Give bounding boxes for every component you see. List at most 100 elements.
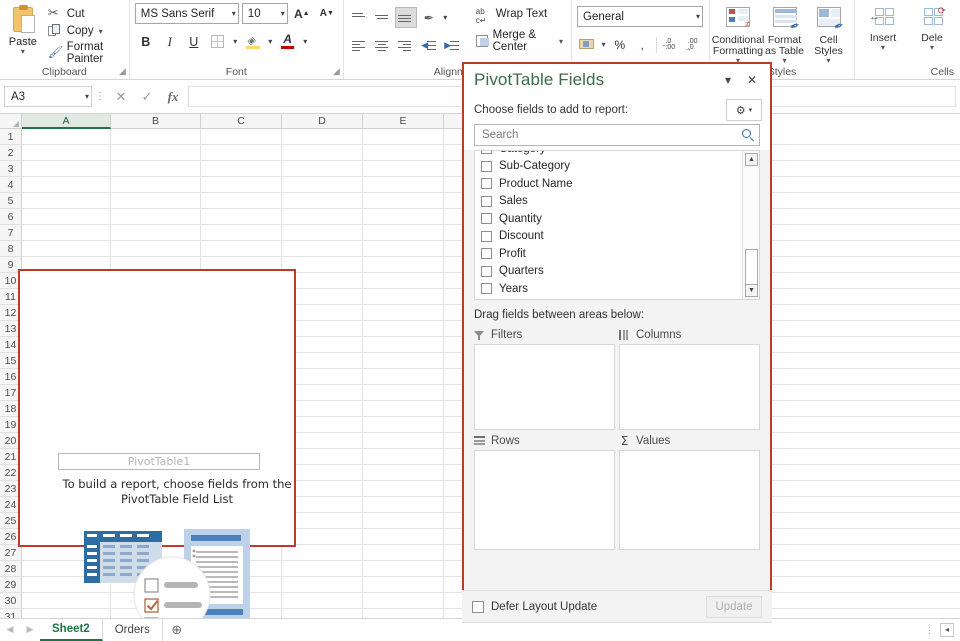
horizontal-scroll-left-button[interactable]: ◂: [940, 623, 954, 637]
field-row-category[interactable]: Category: [475, 150, 742, 158]
chevron-down-icon[interactable]: ▾: [881, 44, 885, 51]
field-checkbox[interactable]: [481, 178, 492, 189]
number-format-combo[interactable]: General ▾: [577, 6, 703, 27]
accounting-format-button[interactable]: [577, 34, 597, 55]
chevron-down-icon[interactable]: ▾: [826, 57, 830, 64]
field-checkbox[interactable]: [481, 196, 492, 207]
column-header-d[interactable]: D: [282, 114, 363, 129]
percent-style-button[interactable]: %: [610, 34, 630, 55]
cancel-formula-button[interactable]: ✕: [108, 86, 134, 108]
font-dialog-launcher[interactable]: ◢: [333, 66, 340, 77]
row-header-6[interactable]: 6: [0, 209, 22, 225]
field-row-sub-category[interactable]: Sub-Category: [475, 158, 742, 176]
chevron-down-icon[interactable]: ▾: [782, 57, 786, 64]
font-size-combo[interactable]: 10 ▾: [242, 3, 288, 24]
defer-layout-update-checkbox[interactable]: Defer Layout Update: [472, 601, 706, 613]
rows-drop-box[interactable]: [474, 450, 615, 550]
row-header-2[interactable]: 2: [0, 145, 22, 161]
orientation-button[interactable]: [418, 7, 440, 28]
chevron-down-icon[interactable]: ▾: [441, 13, 450, 22]
field-checkbox[interactable]: [481, 161, 492, 172]
field-checkbox[interactable]: [481, 266, 492, 277]
row-header-7[interactable]: 7: [0, 225, 22, 241]
defer-checkbox-box[interactable]: [472, 601, 484, 613]
insert-function-button[interactable]: fx: [160, 86, 186, 108]
font-color-button[interactable]: A: [277, 31, 299, 52]
row-header-8[interactable]: 8: [0, 241, 22, 257]
italic-button[interactable]: I: [159, 31, 181, 52]
field-list-scrollbar[interactable]: ▲ ▼: [742, 151, 759, 299]
fill-color-button[interactable]: ◈: [242, 31, 264, 52]
formula-bar-grip[interactable]: ⋮: [92, 92, 108, 101]
insert-cells-button[interactable]: ← Insert ▾: [860, 3, 906, 79]
prev-sheet-button[interactable]: ◀: [0, 624, 20, 635]
add-sheet-button[interactable]: ⊕: [163, 622, 191, 638]
chevron-down-icon[interactable]: ▾: [930, 44, 934, 51]
field-list[interactable]: CategorySub-CategoryProduct NameSalesQua…: [474, 150, 760, 300]
sheet-tab-orders[interactable]: Orders: [103, 619, 163, 641]
field-row-quantity[interactable]: Quantity: [475, 210, 742, 228]
merge-center-button[interactable]: Merge & Center ▾: [473, 27, 566, 55]
row-header-31[interactable]: 31: [0, 609, 22, 618]
column-header-b[interactable]: B: [111, 114, 201, 129]
row-header-27[interactable]: 27: [0, 545, 22, 561]
pane-menu-button[interactable]: ▾: [716, 68, 740, 92]
columns-drop-box[interactable]: [619, 344, 760, 430]
column-header-a[interactable]: A: [22, 114, 111, 129]
row-header-1[interactable]: 1: [0, 129, 22, 145]
column-header-e[interactable]: E: [363, 114, 444, 129]
field-row-sales[interactable]: Sales: [475, 193, 742, 211]
underline-button[interactable]: U: [183, 31, 205, 52]
field-row-quarters[interactable]: Quarters: [475, 263, 742, 281]
comma-style-button[interactable]: ,: [632, 34, 652, 55]
align-bottom-button[interactable]: [395, 7, 417, 28]
select-all-button[interactable]: [0, 114, 22, 129]
field-row-discount[interactable]: Discount: [475, 228, 742, 246]
increase-indent-button[interactable]: ▶: [441, 35, 463, 56]
row-header-4[interactable]: 4: [0, 177, 22, 193]
chevron-down-icon[interactable]: ▾: [599, 40, 607, 49]
chevron-down-icon[interactable]: ▾: [231, 37, 240, 46]
clipboard-dialog-launcher[interactable]: ◢: [119, 66, 126, 77]
sheet-tab-sheet2[interactable]: Sheet2: [40, 619, 103, 641]
field-list-tools-button[interactable]: ⚙ ▾: [726, 99, 762, 121]
field-row-profit[interactable]: Profit: [475, 245, 742, 263]
row-header-30[interactable]: 30: [0, 593, 22, 609]
field-checkbox[interactable]: [481, 248, 492, 259]
align-right-button[interactable]: [395, 35, 417, 56]
row-header-3[interactable]: 3: [0, 161, 22, 177]
field-checkbox[interactable]: [481, 283, 492, 294]
align-left-button[interactable]: [349, 35, 371, 56]
name-box[interactable]: A3 ▾: [4, 86, 92, 107]
align-top-button[interactable]: [349, 7, 371, 28]
format-painter-button[interactable]: Format Painter: [44, 40, 124, 66]
cut-button[interactable]: Cut: [44, 6, 124, 22]
chevron-down-icon[interactable]: ▾: [266, 37, 275, 46]
row-header-28[interactable]: 28: [0, 561, 22, 577]
chevron-down-icon[interactable]: ▾: [21, 48, 25, 55]
values-drop-box[interactable]: [619, 450, 760, 550]
bold-button[interactable]: B: [135, 31, 157, 52]
scroll-up-button[interactable]: ▲: [745, 153, 758, 166]
field-checkbox[interactable]: [481, 150, 492, 154]
field-checkbox[interactable]: [481, 231, 492, 242]
pivottable-placeholder[interactable]: PivotTable1 To build a report, choose fi…: [18, 269, 296, 547]
decrease-font-size-button[interactable]: A▼: [316, 3, 338, 24]
horizontal-split-grip[interactable]: ⋮: [925, 626, 934, 634]
enter-formula-button[interactable]: ✓: [134, 86, 160, 108]
chevron-down-icon[interactable]: ▾: [301, 37, 310, 46]
align-middle-button[interactable]: [372, 7, 394, 28]
close-icon[interactable]: ✕: [740, 68, 764, 92]
font-name-combo[interactable]: MS Sans Serif ▾: [135, 3, 239, 24]
decrease-decimal-button[interactable]: →.00.0: [684, 34, 704, 55]
borders-button[interactable]: [207, 31, 229, 52]
increase-font-size-button[interactable]: A▲: [291, 3, 313, 24]
decrease-indent-button[interactable]: ◀: [418, 35, 440, 56]
increase-decimal-button[interactable]: ←.0.00: [661, 34, 681, 55]
search-box[interactable]: [474, 124, 760, 146]
search-input[interactable]: [480, 128, 741, 142]
next-sheet-button[interactable]: ▶: [20, 624, 40, 635]
filters-drop-box[interactable]: [474, 344, 615, 430]
wrap-text-button[interactable]: abc↵ Wrap Text: [473, 5, 566, 23]
field-row-years[interactable]: Years: [475, 280, 742, 298]
